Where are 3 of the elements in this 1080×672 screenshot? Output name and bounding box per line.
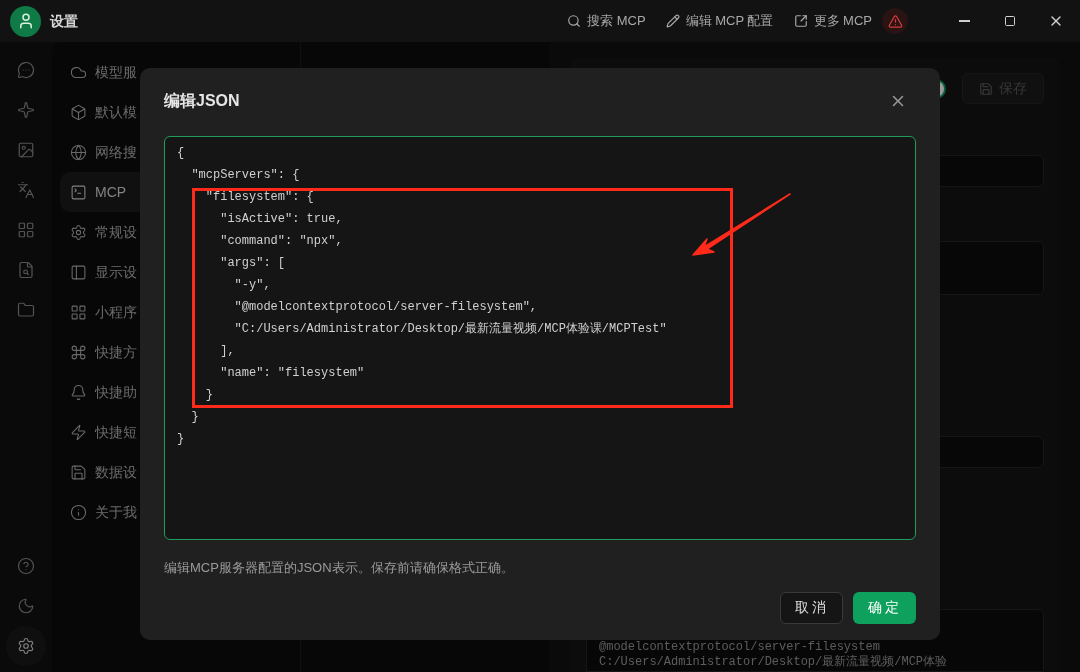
dialog-hint: 编辑MCP服务器配置的JSON表示。保存前请确保格式正确。 bbox=[164, 559, 515, 577]
dialog-title: 编辑JSON bbox=[164, 91, 240, 111]
window-title: 设置 bbox=[50, 11, 78, 31]
